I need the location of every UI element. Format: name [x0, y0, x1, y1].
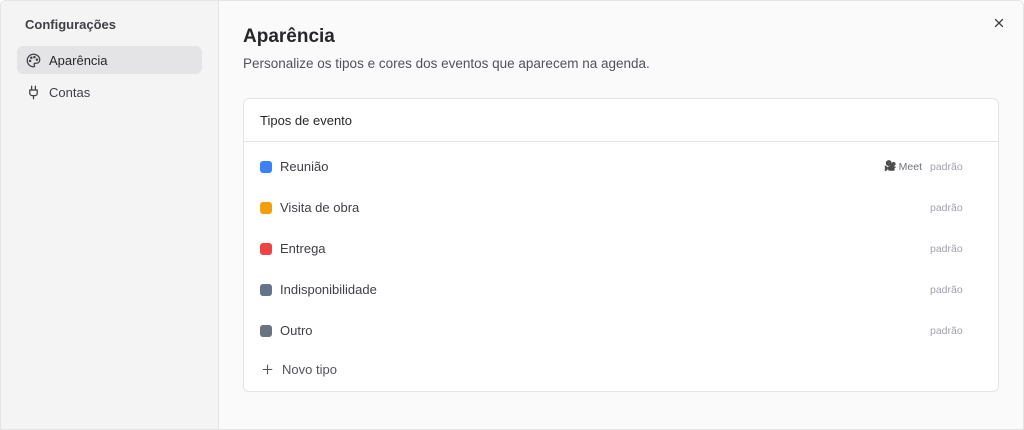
plug-icon	[25, 84, 41, 100]
default-badge: padrão	[930, 324, 963, 337]
sidebar-item-label: Contas	[49, 84, 91, 100]
page-title: Aparência	[243, 26, 335, 47]
close-icon	[992, 16, 1006, 35]
sidebar-item-contas[interactable]: Contas	[17, 78, 202, 106]
palette-icon	[25, 52, 41, 68]
event-type-name: Reunião	[280, 159, 329, 174]
default-badge: padrão	[930, 160, 963, 173]
sidebar-item-aparencia[interactable]: Aparência	[17, 46, 202, 74]
meet-tag: 🎥 Meet	[884, 161, 922, 173]
event-type-name: Outro	[280, 323, 313, 338]
color-swatch[interactable]	[260, 242, 272, 255]
settings-dialog: Configurações Aparência Contas Aparência…	[0, 0, 1024, 430]
color-swatch[interactable]	[260, 160, 272, 173]
event-type-row[interactable]: Outro padrão	[244, 310, 998, 351]
sidebar-title: Configurações	[25, 17, 117, 32]
sidebar-item-label: Aparência	[49, 52, 108, 68]
default-badge: padrão	[930, 283, 963, 296]
card-header: Tipos de evento	[244, 99, 998, 142]
event-types-list: Reunião 🎥 Meet padrão Visita de obra pad…	[244, 142, 998, 391]
event-type-name: Entrega	[280, 241, 326, 256]
event-types-card: Tipos de evento Reunião 🎥 Meet padrão Vi…	[243, 98, 999, 392]
video-camera-icon: 🎥	[884, 161, 897, 172]
add-event-type-button[interactable]: Novo tipo	[244, 351, 998, 387]
default-badge: padrão	[930, 201, 963, 214]
color-swatch[interactable]	[260, 201, 272, 214]
plus-icon	[260, 362, 274, 376]
event-type-row[interactable]: Indisponibilidade padrão	[244, 269, 998, 310]
event-type-name: Visita de obra	[280, 200, 360, 215]
event-type-row[interactable]: Entrega padrão	[244, 228, 998, 269]
sidebar: Configurações Aparência Contas	[1, 1, 219, 429]
page-subtitle: Personalize os tipos e cores dos eventos…	[243, 56, 650, 71]
main-panel: Aparência Personalize os tipos e cores d…	[219, 1, 1023, 429]
add-event-type-label: Novo tipo	[282, 361, 337, 377]
event-type-name: Indisponibilidade	[280, 282, 377, 297]
event-type-row[interactable]: Reunião 🎥 Meet padrão	[244, 146, 998, 187]
default-badge: padrão	[930, 242, 963, 255]
color-swatch[interactable]	[260, 324, 272, 337]
meet-label: Meet	[898, 160, 922, 173]
color-swatch[interactable]	[260, 283, 272, 296]
close-button[interactable]	[989, 15, 1009, 35]
event-type-row[interactable]: Visita de obra padrão	[244, 187, 998, 228]
